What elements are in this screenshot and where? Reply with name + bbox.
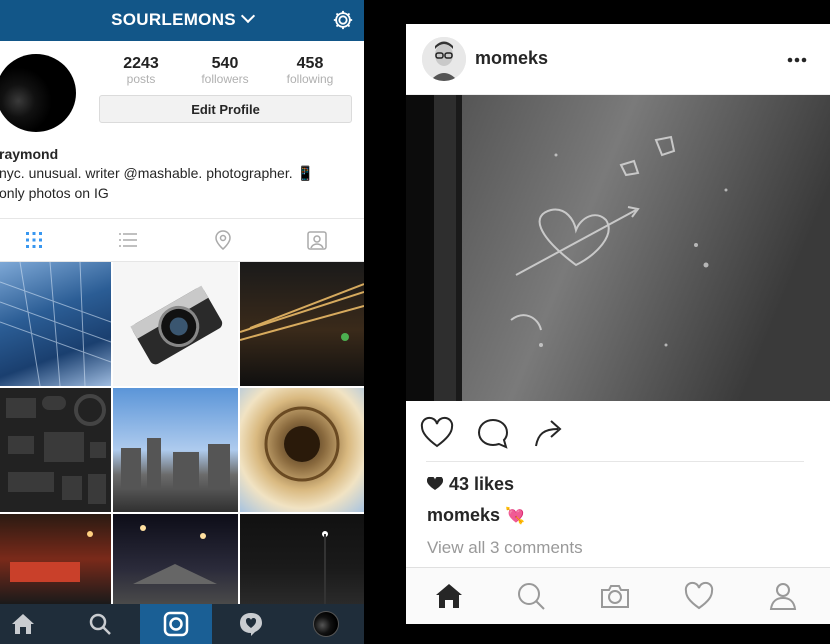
bottom-nav [0, 604, 364, 644]
grid-photo[interactable] [240, 388, 364, 512]
profile-icon [313, 611, 339, 637]
nav-search[interactable] [64, 604, 136, 644]
like-heart-icon[interactable] [420, 416, 454, 450]
bio-line-2: only photos on IG [0, 185, 109, 201]
profile-username: SOURLEMONS [111, 10, 236, 29]
grid-view-icon[interactable] [23, 229, 45, 251]
chevron-down-icon [240, 8, 255, 24]
search-icon [89, 613, 111, 635]
likes-text: 43 likes [449, 474, 515, 494]
grid-photo[interactable] [240, 514, 364, 604]
more-options-icon[interactable] [787, 57, 807, 63]
share-arrow-icon[interactable] [532, 416, 566, 450]
post-author-avatar[interactable] [422, 37, 466, 81]
nav-home[interactable] [0, 604, 59, 644]
posts-count[interactable]: 2243 posts [101, 55, 181, 87]
location-pin-icon[interactable] [212, 229, 234, 251]
nav-activity[interactable] [215, 604, 287, 644]
profile-avatar[interactable] [0, 54, 76, 132]
profile-screen: SOURLEMONS 2243 posts 540 followers 458 … [0, 0, 364, 644]
following-value: 458 [296, 55, 324, 72]
activity-heart-icon[interactable] [684, 581, 714, 611]
grid-photo[interactable] [0, 262, 111, 386]
post-header: momeks [406, 24, 830, 95]
post-caption: momeks 💘 [427, 505, 525, 526]
grid-photo[interactable] [0, 514, 111, 604]
profile-tabs [0, 218, 364, 262]
camera-icon[interactable] [600, 581, 630, 611]
nav-camera[interactable] [140, 604, 212, 644]
post-divider [426, 461, 804, 462]
grid-photo[interactable] [113, 388, 238, 512]
followers-count[interactable]: 540 followers [185, 55, 265, 87]
activity-icon [240, 613, 262, 636]
comment-bubble-icon[interactable] [476, 416, 510, 450]
following-label: following [286, 72, 334, 86]
followers-label: followers [201, 72, 249, 86]
post-screen: momeks 43 likes momeks 💘 View all 3 comm… [406, 24, 830, 624]
post-photo[interactable] [406, 95, 830, 401]
post-actions [406, 412, 830, 456]
bottom-nav [406, 567, 830, 624]
tagged-photos-icon[interactable] [306, 229, 328, 251]
list-view-icon[interactable] [117, 229, 139, 251]
posts-value: 2243 [123, 55, 159, 72]
caption-username[interactable]: momeks [427, 505, 500, 525]
profile-icon[interactable] [768, 581, 798, 611]
bio-name: raymond [0, 146, 59, 162]
gear-icon[interactable] [332, 9, 354, 31]
heart-icon [427, 477, 443, 490]
nav-profile[interactable] [290, 604, 362, 644]
likes-count[interactable]: 43 likes [427, 474, 514, 495]
camera-icon [163, 611, 189, 637]
followers-value: 540 [211, 55, 239, 72]
home-icon[interactable] [434, 581, 464, 611]
post-author-username[interactable]: momeks [475, 48, 548, 69]
grid-photo[interactable] [113, 262, 238, 386]
home-icon [12, 614, 34, 634]
edit-profile-button[interactable]: Edit Profile [99, 95, 352, 123]
grid-photo[interactable] [113, 514, 238, 604]
grid-photo[interactable] [0, 388, 111, 512]
profile-header: SOURLEMONS [0, 0, 364, 41]
bio-line-1: nyc. unusual. writer @mashable. photogra… [0, 165, 314, 181]
account-switcher[interactable]: SOURLEMONS [0, 8, 364, 30]
posts-label: posts [126, 72, 156, 86]
search-icon[interactable] [516, 581, 546, 611]
view-comments-link[interactable]: View all 3 comments [427, 538, 583, 558]
photo-grid [0, 262, 364, 604]
grid-photo[interactable] [240, 262, 364, 386]
caption-emoji: 💘 [505, 508, 525, 525]
following-count[interactable]: 458 following [270, 55, 350, 87]
